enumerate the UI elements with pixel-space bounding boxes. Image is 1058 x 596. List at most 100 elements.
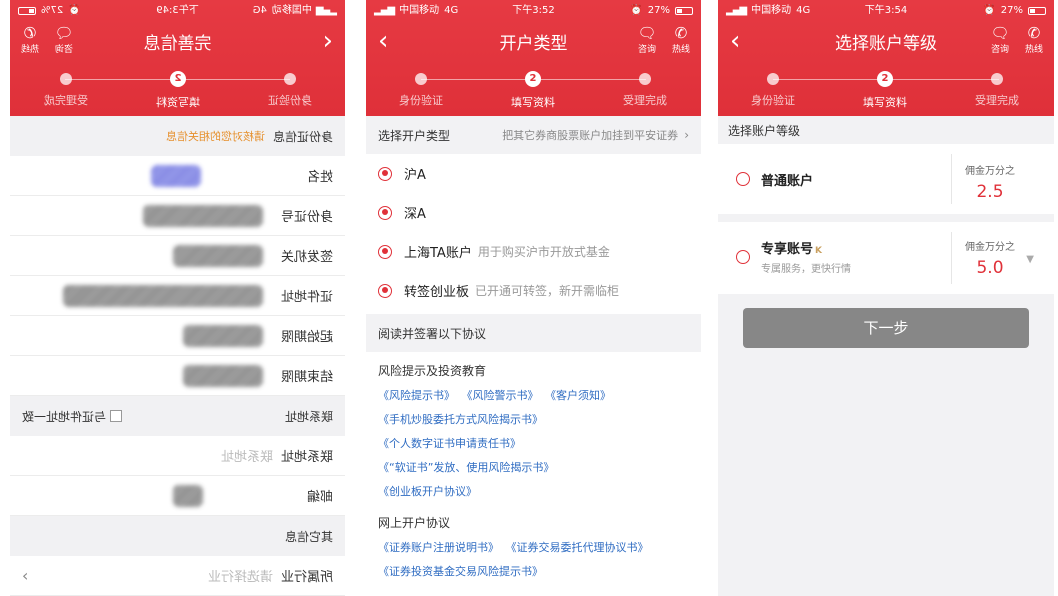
field-name[interactable]: 姓名 [10,156,345,196]
step-2: 2 填写资料 [156,71,200,109]
agreement-link[interactable]: 《手机炒股委托方式风险揭示书》 [378,413,543,426]
radio-checked[interactable] [378,244,392,259]
option-sh-a[interactable]: 沪A [366,154,701,193]
option-sz-a[interactable]: 深A [366,193,701,232]
redacted-value [151,164,201,187]
field-contact-address[interactable]: 联系地址 联系地址 [10,436,345,476]
step-3: 受理完成 [16,68,116,108]
back-button[interactable]: ‹ [378,26,388,56]
agreement-link[interactable]: 《个人数字证书申请责任书》 [378,437,521,450]
agreement-link[interactable]: 《证券投资基金交易风险提示书》 [378,565,543,578]
id-section-header: 身份证信息 请核对您的相关信息 [10,116,345,156]
back-button[interactable]: ‹ [323,26,333,56]
chat-icon: 🗨 [54,24,74,42]
progress-steps: 身份验证 2 填写资料 受理完成 [718,68,1054,109]
form-body: 身份证信息 请核对您的相关信息 姓名 身份证号 签发机关 证件地址 起始期限 结… [10,116,345,596]
status-bar: ▂▄▆ 中国移动 4G 下午3:54 ⏰ 27% [718,0,1054,22]
account-level-body: 选择账户等级 普通账户 佣金万分之 2.5 专享账号 K 专属服务，更快行情 佣金… [718,116,1054,596]
step-3: 受理完成 [595,68,695,108]
step-1: 身份验证 [240,68,340,108]
checkbox[interactable] [110,410,123,422]
select-type-row[interactable]: 选择开户类型 把其它券商股票账户加挂到平安证券 › [366,116,701,154]
redacted-value [173,244,263,267]
phone-screen-account-level: ▂▄▆ 中国移动 4G 下午3:54 ⏰ 27% ‹ 选择账户等级 🗨 咨询 ✆ 热线 身… [718,0,1054,596]
agreement-link[interactable]: 《风险警示书》 [467,389,539,402]
link-other-broker[interactable]: 把其它券商股票账户加挂到平安证券 [502,127,678,143]
hotline-button[interactable]: ✆ 热线 [1022,24,1046,55]
phone-icon: ✆ [23,24,37,42]
nav-actions: 🗨 咨询 ✆ 热线 [18,24,76,55]
redacted-value [183,364,263,387]
next-button[interactable]: 下一步 [743,308,1029,348]
navbar: ‹ 完善信息 🗨 咨询 ✆ 热线 [10,22,345,60]
contact-section-header: 联系地址 与证件地址一致 [10,396,345,436]
signal-icon: ▂▄▆ [374,5,395,16]
field-industry[interactable]: 所属行业 请选择行业 › [10,556,345,596]
step-1: 身份验证 [371,68,471,108]
agreement-link[interactable]: 《“软证书”发放、使用风险揭示书》 [378,461,554,474]
battery-percent: 27% [41,5,64,16]
risk-agreements: 风险提示及投资教育 《风险提示书》 《风险警示书》 《客户须知》 《手机炒股委托方式… [366,352,701,500]
status-bar: ▂▄▆ 中国移动 4G 下午3:49 ⏰ 27% [10,0,345,22]
chevron-right-icon: › [22,566,29,585]
chat-icon: 🗨 [990,24,1010,42]
consult-button[interactable]: 🗨 咨询 [988,24,1012,55]
back-button[interactable]: ‹ [730,26,740,56]
field-issuing-authority[interactable]: 签发机关 [10,236,345,276]
consult-button[interactable]: 🗨 咨询 [52,24,76,55]
network: 4G [252,5,267,16]
mirrored-screen: ▂▄▆ 中国移动 4G 下午3:49 ⏰ 27% ‹ 完善信息 🗨 咨询 ✆ 热线 身份验… [10,0,345,596]
field-start-date[interactable]: 起始期限 [10,316,345,356]
agreement-link[interactable]: 《证券账户注册说明书》 [378,541,499,554]
redacted-value [143,204,263,227]
vip-badge-icon: K [815,246,822,256]
phone-icon: ✆ [1027,24,1041,42]
option-gem-transfer[interactable]: 转签创业板 已开通可转签，新开需临柜 [366,271,701,310]
account-option-exclusive[interactable]: 专享账号 K 专属服务，更快行情 佣金万分之 5.0 ▼ [718,222,1054,294]
account-option-standard[interactable]: 普通账户 佣金万分之 2.5 [718,144,1054,214]
field-postcode[interactable]: 邮编 [10,476,345,516]
progress-steps: 身份验证 2 填写资料 受理完成 [366,68,701,109]
navbar: ‹ 开户类型 🗨 咨询 ✆ 热线 [366,22,701,60]
nav-actions: 🗨 咨询 ✆ 热线 [635,24,693,55]
alarm-icon: ⏰ [68,5,81,16]
section-label: 选择账户等级 [728,123,801,138]
radio-checked[interactable] [378,283,392,298]
phone-icon: ✆ [674,24,688,42]
header: ▂▄▆ 中国移动 4G 下午3:52 ⏰ 27% ‹ 开户类型 🗨 咨询 ✆ 热线 身份验… [366,0,701,116]
step-2: 2 填写资料 [863,71,907,109]
carrier: 中国移动 [271,5,312,16]
chat-icon: 🗨 [637,24,657,42]
option-sh-ta[interactable]: 上海TA账户 用于购买沪市开放式基金 [366,232,701,271]
page-title: 完善信息 [143,33,212,54]
redacted-value [183,324,263,347]
field-id-address[interactable]: 证件地址 [10,276,345,316]
dropdown-triangle-icon[interactable]: ▼ [1026,254,1034,265]
phone-screen-complete-info: ▂▄▆ 中国移动 4G 下午3:49 ⏰ 27% ‹ 完善信息 🗨 咨询 ✆ 热线 身份验… [10,0,345,596]
agreement-link[interactable]: 《风险提示书》 [378,389,455,402]
agreement-link[interactable]: 《客户须知》 [551,389,612,402]
alarm-icon: ⏰ [630,5,643,16]
same-as-id-checkbox[interactable]: 与证件地址一致 [22,408,123,425]
navbar: ‹ 选择账户等级 🗨 咨询 ✆ 热线 [718,22,1054,60]
battery-icon [675,7,693,15]
radio-checked[interactable] [378,166,392,181]
nav-actions: 🗨 咨询 ✆ 热线 [988,24,1046,55]
page-title: 开户类型 [499,33,568,54]
radio-checked[interactable] [378,205,392,220]
redacted-value [173,484,203,507]
other-section-header: 其它信息 [10,516,345,556]
consult-button[interactable]: 🗨 咨询 [635,24,659,55]
field-end-date[interactable]: 结束期限 [10,356,345,396]
agreement-link[interactable]: 《证券交易委托代理协议书》 [511,541,649,554]
header: ▂▄▆ 中国移动 4G 下午3:54 ⏰ 27% ‹ 选择账户等级 🗨 咨询 ✆ 热线 身… [718,0,1054,116]
hotline-button[interactable]: ✆ 热线 [669,24,693,55]
signal-icon: ▂▄▆ [726,5,747,16]
hotline-button[interactable]: ✆ 热线 [18,24,42,55]
agreement-link[interactable]: 《创业板开户协议》 [378,485,477,498]
radio-unchecked[interactable] [736,250,750,264]
field-id-number[interactable]: 身份证号 [10,196,345,236]
header: ▂▄▆ 中国移动 4G 下午3:49 ⏰ 27% ‹ 完善信息 🗨 咨询 ✆ 热线 身份验… [10,0,345,116]
chevron-right-icon: › [684,128,689,142]
radio-unchecked[interactable] [736,172,750,186]
